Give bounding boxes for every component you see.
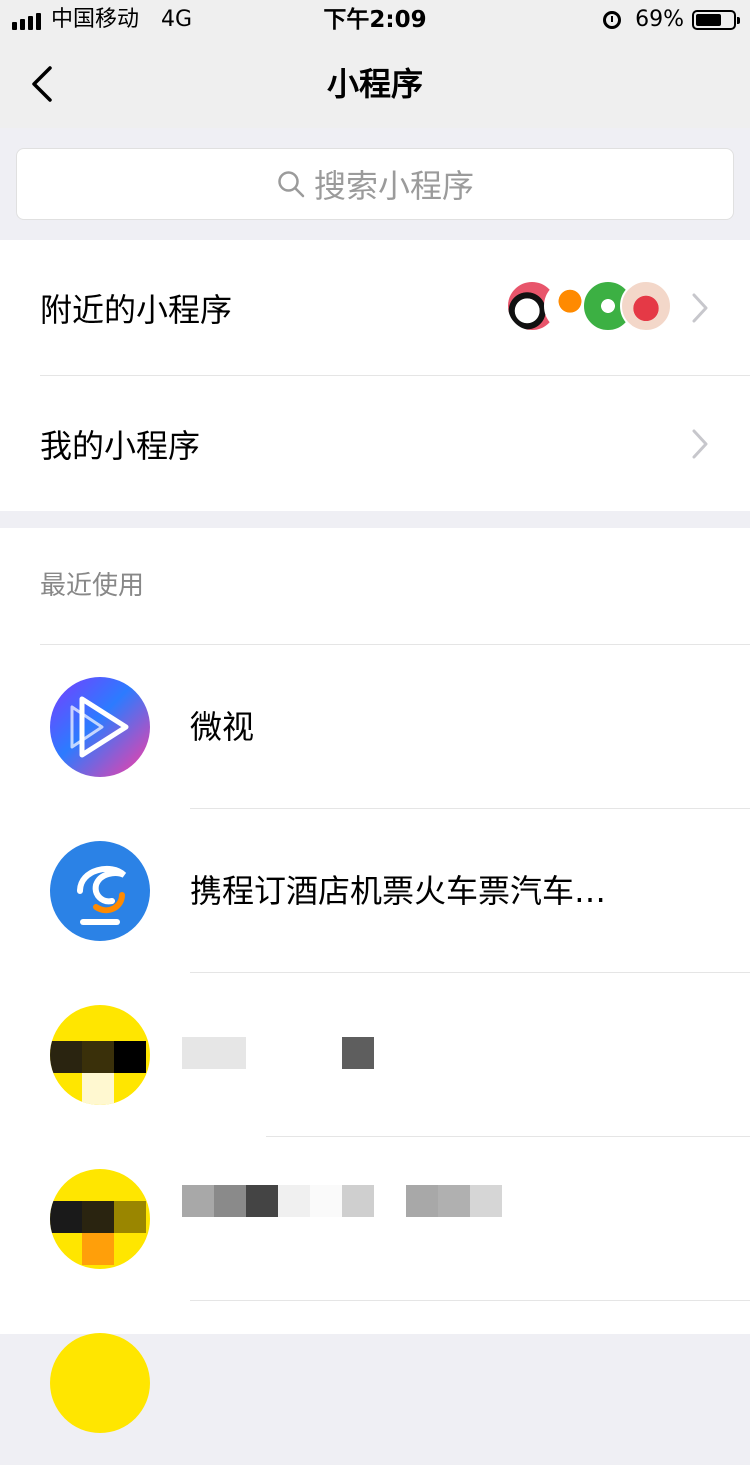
alarm-icon — [603, 11, 622, 29]
chevron-right-icon — [692, 429, 708, 459]
heart-app-icon — [620, 280, 672, 332]
weishi-icon — [50, 677, 150, 777]
ctrip-icon — [50, 841, 150, 941]
recent-app-row[interactable]: 携程订酒店机票火车票汽车… — [0, 809, 750, 973]
pixelated-name — [182, 1185, 502, 1217]
status-bar: 中国移动 4G 下午2:09 69% — [0, 0, 750, 40]
page-title: 小程序 — [326, 65, 423, 103]
chevron-right-icon — [692, 293, 708, 323]
pixelated-icon — [50, 1333, 150, 1433]
menu-group: 附近的小程序 我的小程序 — [0, 240, 750, 511]
search-icon — [278, 171, 305, 198]
recent-header: 最近使用 — [40, 571, 145, 601]
recent-app-row[interactable] — [0, 1137, 750, 1301]
recent-app-row[interactable] — [0, 973, 750, 1137]
nearby-label: 附近的小程序 — [40, 290, 233, 329]
recent-group: 最近使用 微视 携程订酒店机票火车票汽车… — [0, 528, 750, 1433]
recent-app-row[interactable] — [0, 1301, 750, 1465]
app-name: 携程订酒店机票火车票汽车… — [190, 872, 607, 910]
my-mini-programs-item[interactable]: 我的小程序 — [0, 376, 750, 511]
pixelated-name — [182, 1037, 374, 1069]
pixelated-icon — [50, 1169, 150, 1269]
search-placeholder: 搜索小程序 — [313, 167, 474, 205]
navigation-bar: 小程序 — [0, 40, 750, 128]
my-mini-programs-label: 我的小程序 — [40, 426, 201, 465]
recent-app-row[interactable]: 微视 — [0, 645, 750, 809]
battery-icon — [692, 10, 740, 30]
battery-percent: 69% — [635, 7, 684, 32]
search-input[interactable]: 搜索小程序 — [16, 148, 734, 220]
nearby-app-icons — [506, 280, 672, 332]
nearby-mini-programs-item[interactable]: 附近的小程序 — [0, 240, 750, 375]
app-name: 微视 — [190, 708, 255, 746]
pixelated-icon — [50, 1005, 150, 1105]
